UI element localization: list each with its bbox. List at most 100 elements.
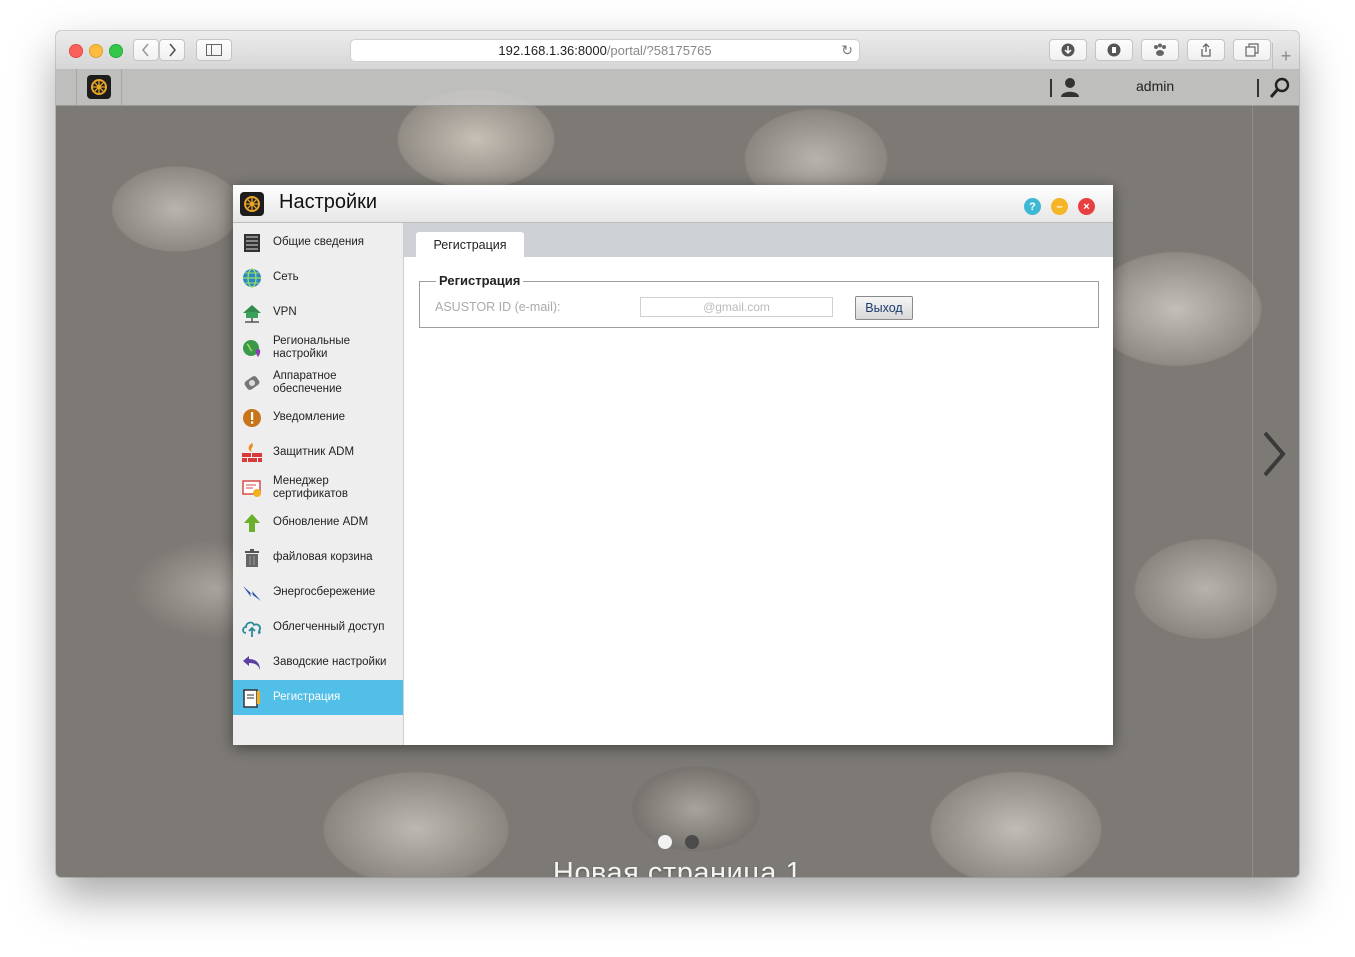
sidebar-item-hardware[interactable]: Аппаратное обеспечение bbox=[233, 365, 403, 400]
sidebar-item-label: Сеть bbox=[273, 271, 299, 283]
sidebar-item-label: Заводские настройки bbox=[273, 656, 387, 668]
globe-icon bbox=[243, 267, 261, 288]
reload-icon[interactable]: ↻ bbox=[841, 42, 853, 59]
tabs-overview-button[interactable] bbox=[1233, 39, 1271, 61]
sidebar-item-easy-access[interactable]: Облегченный доступ bbox=[233, 610, 403, 645]
minimize-window-button[interactable] bbox=[89, 44, 103, 58]
forward-button[interactable] bbox=[159, 39, 185, 61]
url-host: 192.168.1.36:8000 bbox=[498, 43, 607, 58]
page-caption: Новая страница 1 bbox=[552, 857, 803, 877]
sidebar-item-recycle-bin[interactable]: файловая корзина bbox=[233, 540, 403, 575]
browser-window: 192.168.1.36:8000/portal/?58175765 ↻ + a… bbox=[56, 31, 1299, 877]
dialog-title: Настройки bbox=[279, 191, 378, 213]
page-edge bbox=[1252, 105, 1253, 877]
sidebar-item-network[interactable]: Сеть bbox=[233, 260, 403, 295]
chevron-left-icon bbox=[141, 43, 149, 57]
globe-pin-icon bbox=[243, 339, 261, 357]
tab-bar: Регистрация bbox=[404, 223, 1113, 257]
sidebar-item-label: файловая корзина bbox=[273, 551, 373, 563]
sidebar-toggle-button[interactable] bbox=[196, 39, 232, 61]
sidebar-item-certificates[interactable]: Менеджер сертификатов bbox=[233, 470, 403, 505]
search-icon[interactable] bbox=[1269, 77, 1291, 99]
sidebar-item-registration[interactable]: Регистрация bbox=[233, 680, 403, 715]
paw-icon bbox=[1154, 43, 1166, 56]
extension-button[interactable] bbox=[1095, 39, 1133, 61]
help-icon: ? bbox=[1029, 200, 1036, 213]
vpn-house-icon bbox=[243, 304, 261, 323]
browser-toolbar: 192.168.1.36:8000/portal/?58175765 ↻ + bbox=[56, 31, 1299, 70]
sidebar-item-label: Менеджер сертификатов bbox=[273, 474, 348, 500]
maximize-window-button[interactable] bbox=[109, 44, 123, 58]
sidebar-item-factory-reset[interactable]: Заводские настройки bbox=[233, 645, 403, 680]
section-title: Регистрация bbox=[436, 273, 524, 288]
url-path: /portal/?58175765 bbox=[606, 43, 712, 58]
new-tab-button[interactable]: + bbox=[1272, 43, 1299, 69]
settings-content: Регистрация Регистрация ASUSTOR ID (e-ma… bbox=[404, 223, 1113, 745]
sidebar-item-label: Облегченный доступ bbox=[273, 621, 385, 633]
downloads-button[interactable] bbox=[1049, 39, 1087, 61]
sidebar-item-adm-defender[interactable]: Защитник ADM bbox=[233, 435, 403, 470]
logout-button[interactable]: Выход bbox=[855, 296, 913, 320]
upload-arrow-icon bbox=[244, 513, 260, 532]
adm-desktop: admin Настройки ? – × Общие сведения Сет… bbox=[56, 69, 1299, 877]
asustor-id-label: ASUSTOR ID (e-mail): bbox=[435, 300, 561, 314]
sidebar-item-label: Региональные настройки bbox=[273, 334, 351, 360]
chevron-right-icon bbox=[169, 43, 177, 57]
help-button[interactable]: ? bbox=[1024, 198, 1041, 215]
hardware-icon bbox=[244, 375, 260, 390]
certificate-icon bbox=[242, 479, 261, 497]
settings-sidebar: Общие сведения Сеть VPN Региональные нас… bbox=[233, 223, 404, 745]
asustor-id-input[interactable] bbox=[640, 297, 833, 317]
adm-taskbar: admin bbox=[56, 69, 1299, 106]
trash-icon bbox=[245, 548, 259, 567]
close-icon: × bbox=[1083, 200, 1090, 213]
tab-registration[interactable]: Регистрация bbox=[416, 232, 524, 257]
sidebar-item-vpn[interactable]: VPN bbox=[233, 295, 403, 330]
adm-logo-icon bbox=[87, 75, 111, 99]
tabs-icon bbox=[1245, 43, 1259, 57]
close-dialog-button[interactable]: × bbox=[1078, 198, 1095, 215]
sidebar-icon bbox=[206, 44, 222, 56]
user-icon[interactable] bbox=[1059, 76, 1081, 98]
reset-arrow-icon bbox=[243, 655, 260, 670]
server-icon bbox=[244, 233, 260, 252]
share-button[interactable] bbox=[1187, 39, 1225, 61]
shield-icon bbox=[1107, 43, 1121, 57]
alert-icon bbox=[243, 408, 261, 427]
page-dot-1[interactable] bbox=[658, 835, 672, 849]
address-bar[interactable]: 192.168.1.36:8000/portal/?58175765 ↻ bbox=[350, 39, 860, 62]
page-dot-2[interactable] bbox=[685, 835, 699, 849]
sidebar-item-label: Защитник ADM bbox=[273, 446, 355, 458]
sidebar-item-label: Энергосбережение bbox=[273, 586, 376, 598]
registration-icon bbox=[243, 688, 260, 708]
minimize-dialog-button[interactable]: – bbox=[1051, 198, 1068, 215]
dialog-titlebar[interactable]: Настройки ? – × bbox=[233, 185, 1113, 223]
lightning-icon bbox=[243, 585, 261, 601]
paw-extension-button[interactable] bbox=[1141, 39, 1179, 61]
sidebar-item-label: Регистрация bbox=[273, 691, 341, 703]
sidebar-item-label: Общие сведения bbox=[273, 236, 364, 248]
taskbar-separator bbox=[1050, 79, 1052, 97]
registration-fieldset: Регистрация ASUSTOR ID (e-mail): Выход bbox=[419, 273, 1099, 328]
firewall-icon bbox=[242, 442, 262, 462]
share-icon bbox=[1201, 43, 1211, 57]
page-indicator bbox=[658, 835, 699, 849]
back-button[interactable] bbox=[133, 39, 159, 61]
sidebar-item-label: Обновление ADM bbox=[273, 516, 369, 528]
sidebar-item-label: Уведомление bbox=[273, 411, 346, 423]
close-window-button[interactable] bbox=[69, 44, 83, 58]
sidebar-item-label: Аппаратное обеспечение bbox=[273, 369, 342, 395]
sidebar-item-regional[interactable]: Региональные настройки bbox=[233, 330, 403, 365]
adm-start-button[interactable] bbox=[76, 69, 122, 105]
settings-app-icon bbox=[240, 192, 264, 216]
download-icon bbox=[1061, 43, 1075, 57]
minus-icon: – bbox=[1056, 200, 1063, 213]
sidebar-item-notification[interactable]: Уведомление bbox=[233, 400, 403, 435]
username-label[interactable]: admin bbox=[1136, 78, 1174, 94]
cloud-icon bbox=[242, 621, 261, 637]
sidebar-item-general[interactable]: Общие сведения bbox=[233, 225, 403, 260]
sidebar-item-adm-update[interactable]: Обновление ADM bbox=[233, 505, 403, 540]
settings-dialog: Настройки ? – × Общие сведения Сеть VPN bbox=[233, 185, 1113, 745]
next-page-arrow-icon[interactable] bbox=[1259, 429, 1289, 479]
sidebar-item-power-saving[interactable]: Энергосбережение bbox=[233, 575, 403, 610]
